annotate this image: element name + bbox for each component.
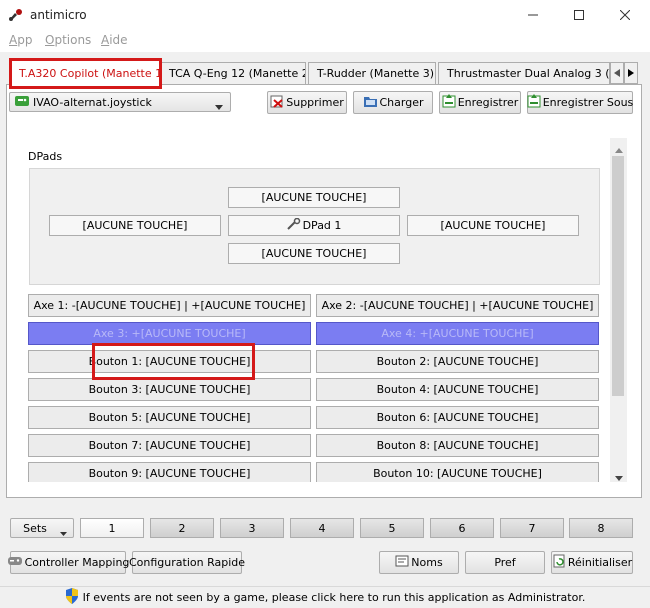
controls-scroll-area: DPads [AUCUNE TOUCHE] [AUCUNE TOUCHE] DP…	[14, 138, 626, 482]
title-bar: antimicro	[0, 0, 650, 30]
dpad-left-button[interactable]: [AUCUNE TOUCHE]	[49, 215, 221, 236]
button-1-mapping[interactable]: Bouton 1: [AUCUNE TOUCHE]	[28, 350, 311, 373]
axis-3-button[interactable]: Axe 3: +[AUCUNE TOUCHE]	[28, 322, 311, 345]
folder-open-icon	[363, 95, 378, 111]
axis-1-button[interactable]: Axe 1: -[AUCUNE TOUCHE] | +[AUCUNE TOUCH…	[28, 294, 311, 317]
triangle-left-icon	[614, 67, 620, 80]
button-9-mapping[interactable]: Bouton 9: [AUCUNE TOUCHE]	[28, 462, 311, 482]
reset-document-icon	[552, 554, 566, 571]
button-7-mapping[interactable]: Bouton 7: [AUCUNE TOUCHE]	[28, 434, 311, 457]
status-message: If events are not seen by a game, please…	[82, 591, 586, 604]
tab-controller-1[interactable]: T.A320 Copilot (Manette 1)	[10, 58, 160, 85]
tab-scroll-right-button[interactable]	[624, 62, 638, 84]
chevron-down-icon	[60, 526, 67, 539]
axis-2-button[interactable]: Axe 2: -[AUCUNE TOUCHE] | +[AUCUNE TOUCH…	[316, 294, 599, 317]
menu-app[interactable]: App	[9, 33, 32, 47]
gamepad-icon	[7, 555, 23, 570]
button-10-mapping[interactable]: Bouton 10: [AUCUNE TOUCHE]	[316, 462, 599, 482]
button-6-mapping[interactable]: Bouton 6: [AUCUNE TOUCHE]	[316, 406, 599, 429]
button-8-mapping[interactable]: Bouton 8: [AUCUNE TOUCHE]	[316, 434, 599, 457]
chevron-down-icon	[215, 100, 223, 113]
minimize-button[interactable]	[510, 0, 556, 30]
card-icon	[395, 555, 409, 570]
tab-controller-4[interactable]: Thrustmaster Dual Analog 3 (Manette	[438, 62, 610, 84]
pref-button[interactable]: Pref	[465, 551, 545, 574]
set-2-button[interactable]: 2	[150, 518, 214, 538]
profile-select-value: IVAO-alternat.joystick	[33, 95, 152, 109]
maximize-button[interactable]	[556, 0, 602, 30]
shield-icon	[65, 588, 79, 607]
button-5-mapping[interactable]: Bouton 5: [AUCUNE TOUCHE]	[28, 406, 311, 429]
save-as-button[interactable]: Enregistrer Sous	[527, 91, 633, 114]
set-5-button[interactable]: 5	[360, 518, 424, 538]
delete-button[interactable]: Supprimer	[267, 91, 347, 114]
menu-aide[interactable]: Aide	[101, 33, 128, 47]
dpad-right-button[interactable]: [AUCUNE TOUCHE]	[407, 215, 579, 236]
load-button[interactable]: Charger	[353, 91, 433, 114]
tab-scroll-left-button[interactable]	[610, 62, 624, 84]
button-2-mapping[interactable]: Bouton 2: [AUCUNE TOUCHE]	[316, 350, 599, 373]
scroll-up-icon[interactable]	[615, 143, 623, 156]
controller-tabs: T.A320 Copilot (Manette 1) TCA Q-Eng 12 …	[6, 58, 642, 85]
save-as-icon	[527, 94, 541, 111]
set-6-button[interactable]: 6	[430, 518, 494, 538]
close-button[interactable]	[602, 0, 648, 30]
menu-options[interactable]: Options	[45, 33, 91, 47]
set-4-button[interactable]: 4	[290, 518, 354, 538]
vertical-scrollbar[interactable]	[610, 138, 627, 482]
button-4-mapping[interactable]: Bouton 4: [AUCUNE TOUCHE]	[316, 378, 599, 401]
sets-dropdown[interactable]: Sets	[10, 518, 74, 538]
triangle-right-icon	[628, 67, 634, 80]
controller-mapping-button[interactable]: Controller Mapping	[7, 551, 129, 574]
profile-select[interactable]: IVAO-alternat.joystick	[9, 92, 231, 112]
reset-button[interactable]: Réinitialiser	[551, 551, 633, 574]
window-title: antimicro	[30, 8, 87, 22]
quick-config-button[interactable]: Configuration Rapide	[129, 551, 245, 574]
scrollbar-thumb[interactable]	[612, 156, 624, 396]
wrench-icon	[286, 217, 301, 233]
set-8-button[interactable]: 8	[569, 518, 633, 538]
joystick-icon	[14, 94, 30, 111]
axis-4-button[interactable]: Axe 4: +[AUCUNE TOUCHE]	[316, 322, 599, 345]
dpad-up-button[interactable]: [AUCUNE TOUCHE]	[228, 187, 400, 208]
set-7-button[interactable]: 7	[500, 518, 564, 538]
gamepad-icon	[8, 8, 24, 22]
tab-controller-2[interactable]: TCA Q-Eng 12 (Manette 2)	[160, 62, 306, 84]
button-3-mapping[interactable]: Bouton 3: [AUCUNE TOUCHE]	[28, 378, 311, 401]
dpads-group-title: DPads	[28, 150, 63, 163]
scroll-down-icon[interactable]	[615, 471, 623, 484]
delete-icon	[270, 95, 284, 111]
set-3-button[interactable]: 3	[220, 518, 284, 538]
save-icon	[442, 94, 456, 111]
set-1-button[interactable]: 1	[80, 518, 144, 538]
save-button[interactable]: Enregistrer	[439, 91, 521, 114]
admin-status-bar[interactable]: If events are not seen by a game, please…	[0, 586, 650, 608]
menu-bar: App Options Aide	[0, 30, 650, 52]
dpad-center-button[interactable]: DPad 1	[228, 215, 400, 236]
tab-controller-3[interactable]: T-Rudder (Manette 3)	[308, 62, 436, 84]
dpad-down-button[interactable]: [AUCUNE TOUCHE]	[228, 243, 400, 264]
names-button[interactable]: Noms	[379, 551, 459, 574]
